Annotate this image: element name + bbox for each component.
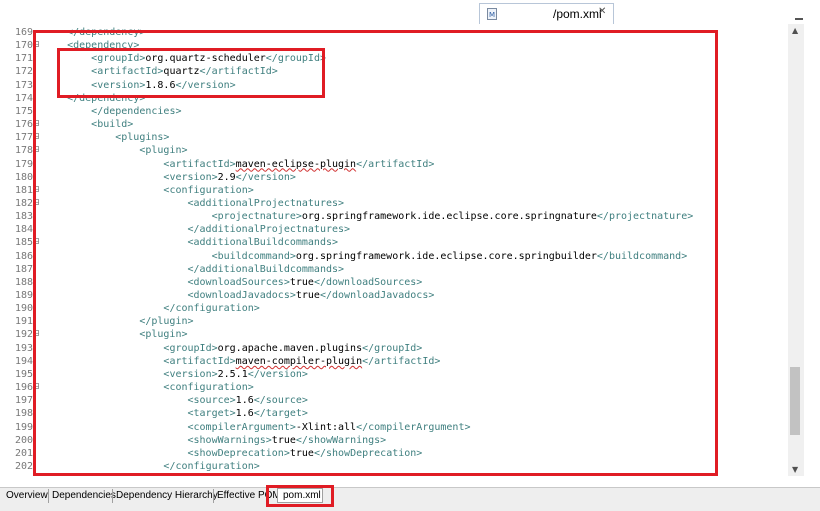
maven-file-icon: M (487, 8, 497, 20)
tab-divider (213, 489, 214, 503)
vertical-scrollbar[interactable]: ▲ ▼ (788, 24, 804, 476)
close-icon[interactable]: ✕ (598, 6, 606, 17)
scroll-down-arrow-icon[interactable]: ▼ (792, 465, 798, 474)
tab-divider (112, 489, 113, 503)
highlight-box-pom-tab (266, 485, 334, 507)
highlight-box-quartz-dependency (57, 48, 325, 98)
minimize-icon[interactable] (794, 10, 804, 20)
editor-tab-bar: M /pom.xml ✕ (0, 0, 820, 39)
tab-dependencies[interactable]: Dependencies (52, 490, 116, 501)
pom-editor-page-tabs: Overview Dependencies Dependency Hierarc… (0, 487, 820, 511)
tab-dependency-hierarchy[interactable]: Dependency Hierarchy (116, 490, 218, 501)
editor-tab-pom-xml[interactable]: M /pom.xml ✕ (479, 3, 614, 24)
tab-overview[interactable]: Overview (6, 490, 48, 501)
tab-divider (48, 489, 49, 503)
scrollbar-thumb[interactable] (790, 367, 800, 435)
scroll-up-arrow-icon[interactable]: ▲ (792, 26, 798, 35)
editor-tab-title: /pom.xml (553, 7, 602, 21)
